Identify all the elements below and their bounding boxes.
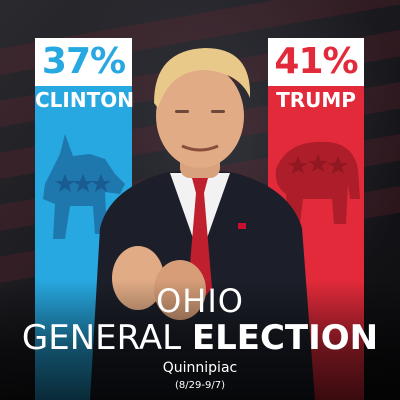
poll-graphic: 37% CLINTON 41% TRUMP OHIO GENERAL ELECT… bbox=[0, 0, 400, 400]
headline: GENERAL ELECTION bbox=[0, 318, 400, 358]
headline-election: ELECTION bbox=[191, 318, 379, 358]
poll-dates: (8/29-9/7) bbox=[175, 380, 225, 391]
state-title: OHIO bbox=[156, 282, 244, 320]
headline-general: GENERAL bbox=[21, 318, 192, 358]
pollster-name: Quinnipiac bbox=[162, 360, 238, 376]
